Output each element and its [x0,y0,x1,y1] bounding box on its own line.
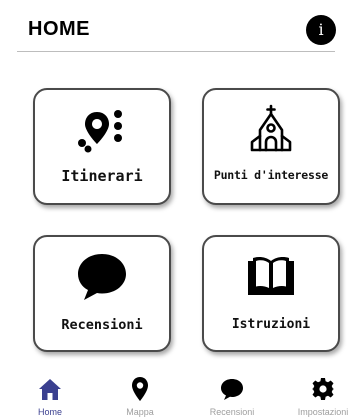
nav-recensioni[interactable]: Recensioni [192,372,272,418]
nav-home[interactable]: Home [10,372,90,418]
itinerari-card[interactable]: Itinerari [33,88,171,205]
info-button[interactable]: i [306,15,336,45]
recensioni-card[interactable]: Recensioni [33,235,171,352]
chat-bubble-icon [192,376,272,402]
nav-home-label: Home [37,407,62,417]
nav-mappa[interactable]: Mappa [100,372,180,418]
nav-impostazioni-label: Impostazioni [297,407,349,417]
page-title: HOME [28,18,90,40]
header-divider [17,51,335,52]
nav-impostazioni[interactable]: Impostazioni [283,372,350,418]
istruzioni-card[interactable]: Istruzioni [202,235,340,352]
bottom-navigation: Home Mappa Recensioni Impostazioni [0,372,350,418]
itinerari-label: Itinerari [61,167,143,185]
home-icon [10,376,90,402]
nav-recensioni-label: Recensioni [209,407,255,417]
nav-mappa-label: Mappa [126,407,154,417]
recensioni-label: Recensioni [61,317,143,333]
map-pin-icon [100,376,180,402]
header: HOME i [0,0,350,52]
church-icon [204,104,338,154]
punti-interesse-label: Punti d'interesse [213,168,329,182]
info-icon: i [318,20,324,39]
gear-icon [283,376,350,402]
punti-interesse-card[interactable]: Punti d'interesse [202,88,340,205]
speech-bubble-icon [35,251,169,301]
istruzioni-label: Istruzioni [231,317,311,332]
route-pin-icon [35,104,169,154]
open-book-icon [204,251,338,301]
